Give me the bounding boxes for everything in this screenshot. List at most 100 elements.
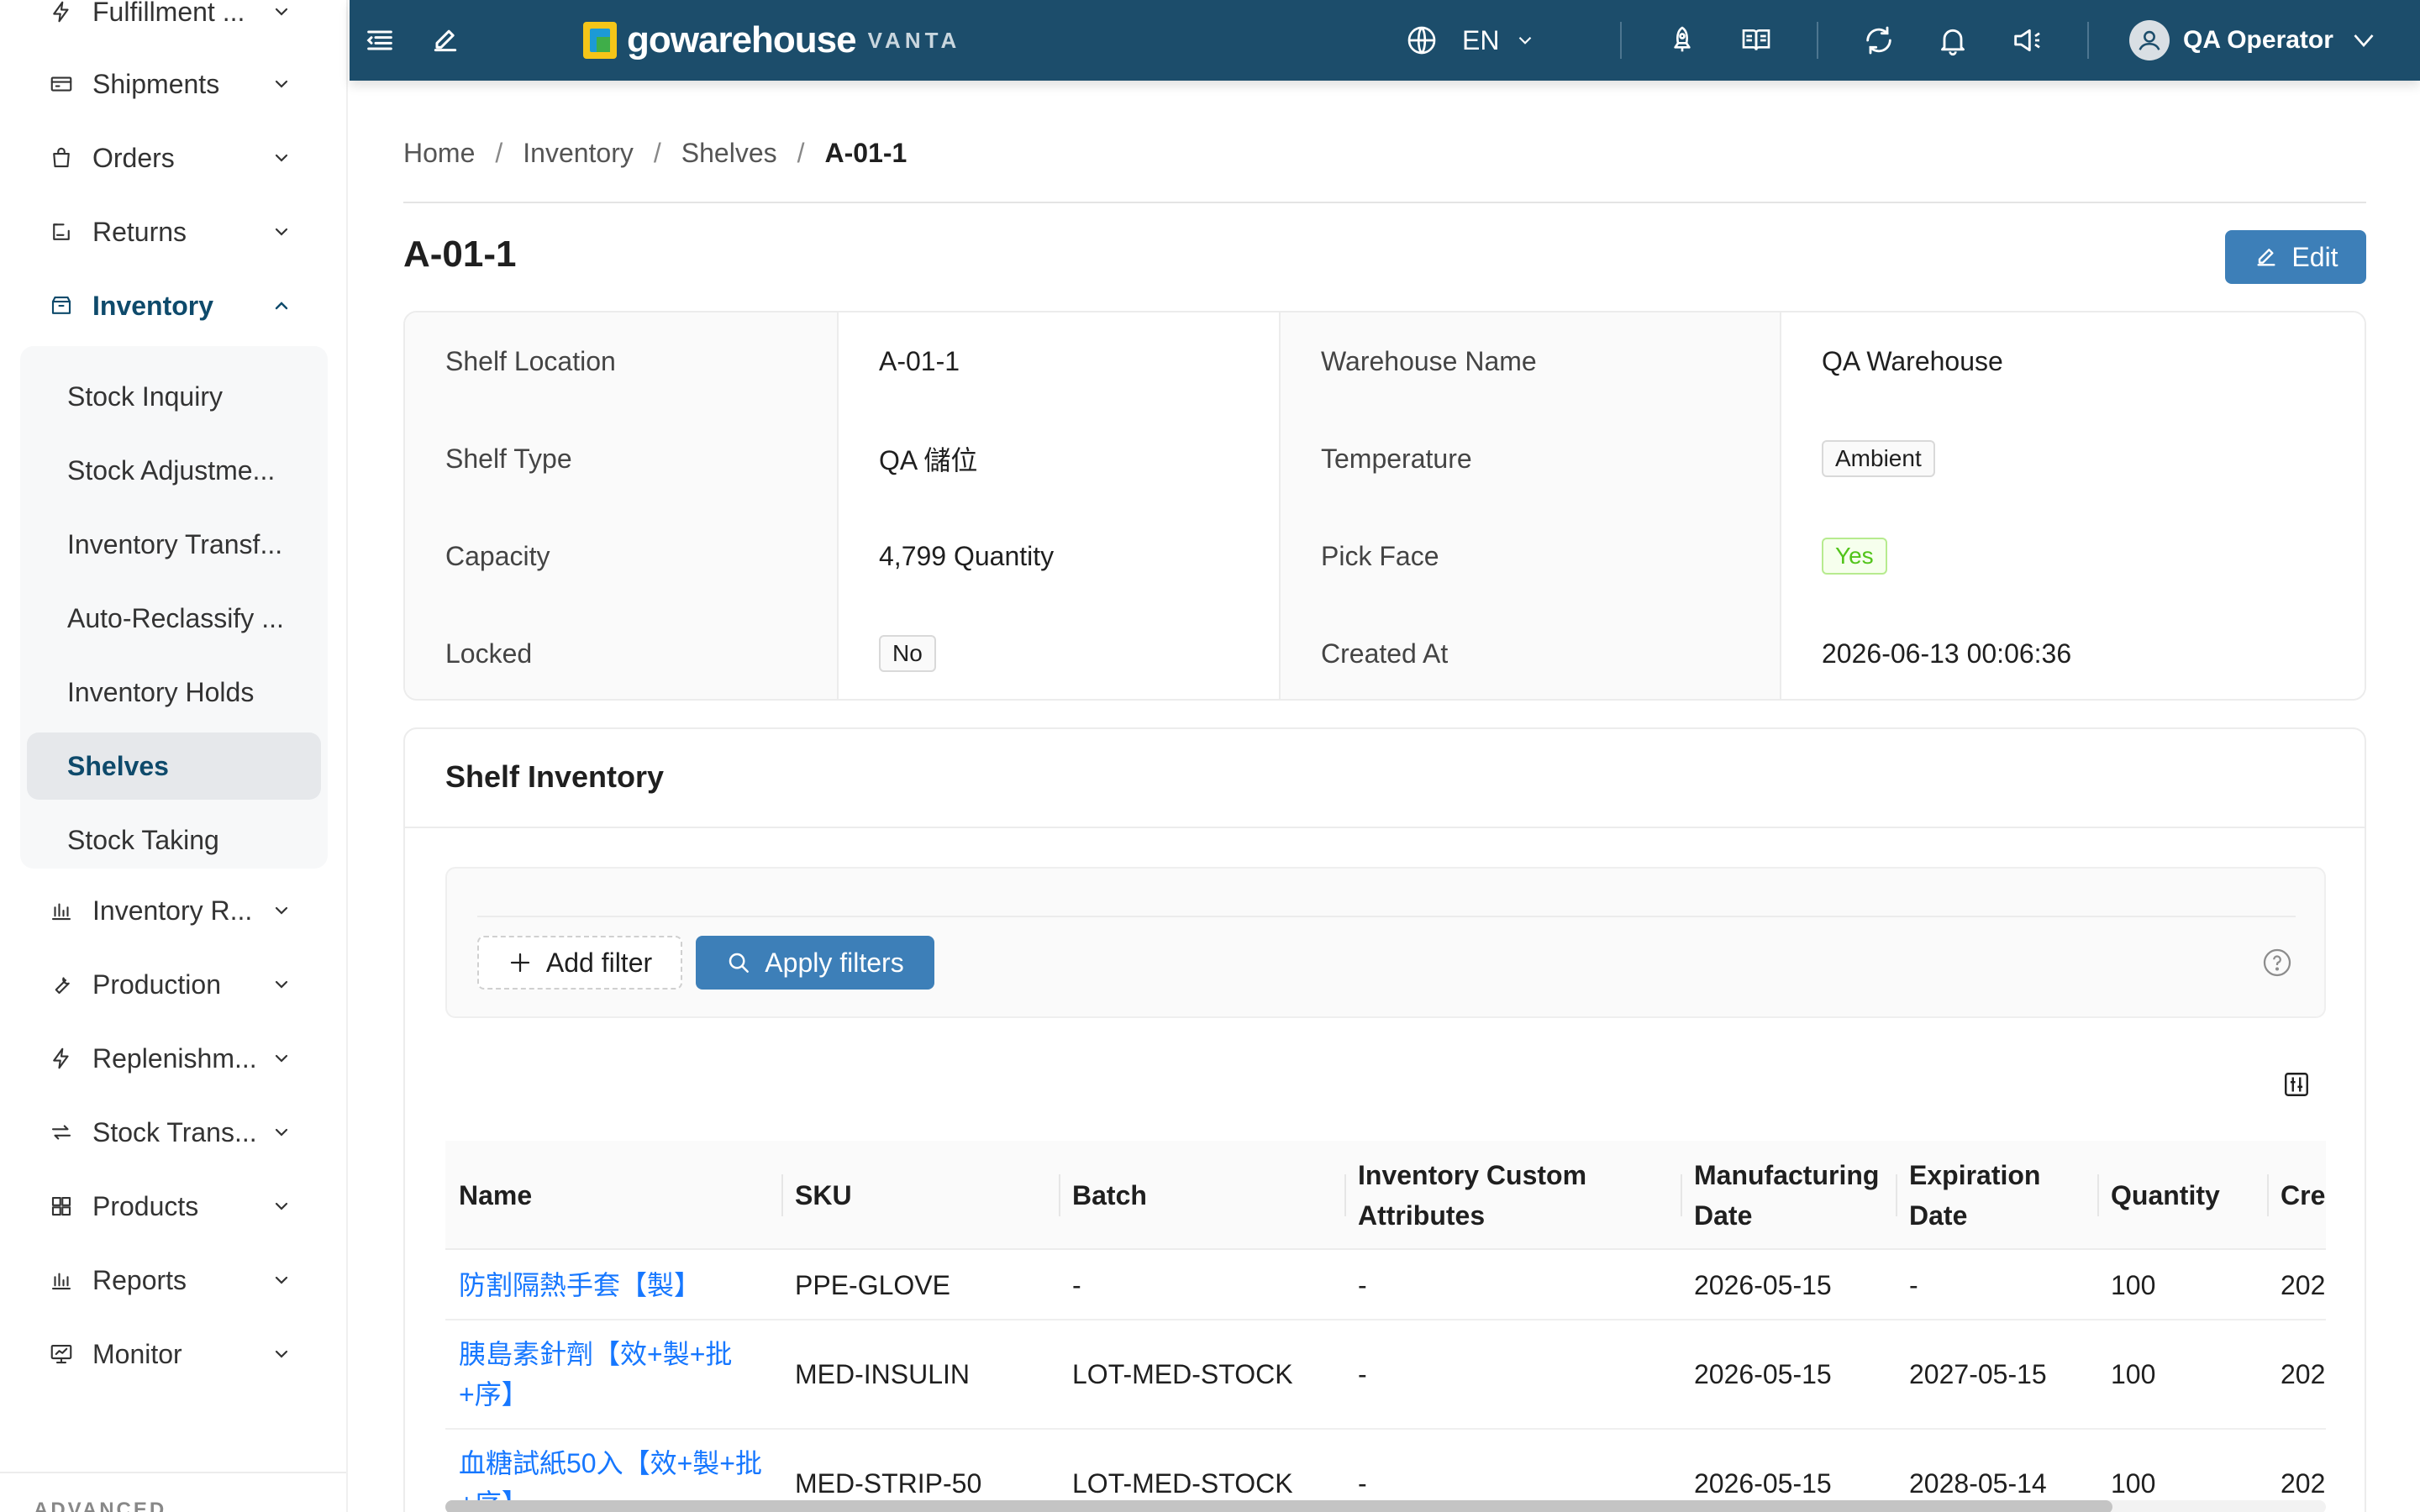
add-filter-button[interactable]: Add filter — [477, 936, 682, 990]
breadcrumb-inventory[interactable]: Inventory — [523, 138, 634, 169]
breadcrumb: Home / Inventory / Shelves / A-01-1 — [403, 138, 907, 169]
column-header[interactable]: Inventory Custom Attributes — [1344, 1141, 1681, 1250]
breadcrumb-home[interactable]: Home — [403, 138, 475, 169]
detail-value: QA 儲位 — [879, 445, 978, 475]
logo-text: gowarehouse — [627, 19, 857, 60]
inventory-table: Name SKU Batch Inventory Custom Attributes M… — [445, 1141, 2326, 1512]
wrench-icon — [47, 970, 76, 999]
rocket-icon[interactable] — [1662, 20, 1702, 60]
shelf-inventory-card: Shelf Inventory Add filter Apply filters… — [403, 727, 2366, 1512]
sidebar-item-inventory-r[interactable]: Inventory R... — [0, 874, 346, 948]
column-divider — [1059, 1174, 1060, 1216]
sidebar-item-label: Shipments — [92, 68, 220, 99]
column-header[interactable]: Name — [445, 1141, 781, 1250]
apply-filters-button[interactable]: Apply filters — [696, 936, 934, 990]
bolt-icon — [47, 0, 76, 26]
logo-subtitle: VANTA — [867, 27, 961, 53]
column-header[interactable]: SKU — [781, 1141, 1059, 1250]
user-menu[interactable]: QA Operator — [2129, 17, 2379, 64]
table-cell: 2026-05-15 — [1694, 1359, 1832, 1389]
chevron-up-icon — [269, 293, 294, 318]
help-icon[interactable] — [2262, 948, 2292, 978]
sidebar-item-fulfillment[interactable]: Fulfillment ... — [0, 0, 346, 49]
bolt-icon — [47, 1044, 76, 1073]
detail-label: Locked — [405, 605, 837, 699]
grid-icon — [47, 1192, 76, 1221]
chevron-down-icon — [269, 0, 294, 24]
submenu-item-stock-taking[interactable]: Stock Taking — [27, 806, 321, 874]
chevron-down-icon — [269, 1046, 294, 1071]
sidebar-item-products[interactable]: Products — [0, 1169, 346, 1243]
detail-value-cell: Ambient — [1781, 410, 2365, 507]
product-name-link[interactable]: 防割隔熱手套【製】 — [445, 1252, 781, 1319]
detail-value-cell: 4,799 Quantity — [839, 507, 1279, 605]
language-selector[interactable]: EN — [1462, 20, 1536, 60]
table-row[interactable]: 胰島素針劑【效+製+批+序】 MED-INSULIN LOT-MED-STOCK - 2… — [445, 1320, 2326, 1430]
chevron-down-icon — [269, 972, 294, 997]
book-icon[interactable] — [1736, 20, 1776, 60]
detail-row: Capacity 4,799 Quantity Pick Face Yes — [405, 507, 2365, 605]
chevron-down-icon — [269, 1194, 294, 1219]
column-divider — [1681, 1174, 1682, 1216]
sidebar-item-label: Reports — [92, 1264, 187, 1295]
submenu-item-stock-inquiry[interactable]: Stock Inquiry — [27, 363, 321, 430]
advanced-section-label[interactable]: ADVANCED — [34, 1499, 166, 1512]
breadcrumb-current: A-01-1 — [824, 138, 908, 168]
sidebar-item-monitor[interactable]: Monitor — [0, 1317, 346, 1391]
sidebar-item-label: Stock Trans... — [92, 1116, 257, 1147]
submenu-item-auto-reclassify[interactable]: Auto-Reclassify ... — [27, 585, 321, 652]
submenu-item-inventory-transf[interactable]: Inventory Transf... — [27, 511, 321, 578]
column-divider — [1896, 1174, 1897, 1216]
bell-icon[interactable] — [1933, 20, 1973, 60]
chevron-down-icon — [269, 1120, 294, 1145]
sidebar-item-label: Replenishm... — [92, 1042, 257, 1074]
sidebar: Fulfillment ... Shipments Orders Returns Inv… — [0, 0, 348, 1512]
table-cell: PPE-GLOVE — [795, 1270, 950, 1300]
breadcrumb-shelves[interactable]: Shelves — [681, 138, 777, 169]
edit-button[interactable]: Edit — [2225, 230, 2366, 284]
bag-icon — [47, 144, 76, 172]
menu-toggle-icon[interactable] — [360, 20, 400, 60]
plus-icon — [510, 953, 529, 973]
submenu-item-stock-adjustme[interactable]: Stock Adjustme... — [27, 437, 321, 504]
submenu-item-shelves[interactable]: Shelves — [27, 732, 321, 800]
sidebar-item-inventory[interactable]: Inventory — [0, 269, 346, 343]
bar-chart-icon — [47, 896, 76, 925]
column-header[interactable]: Batch — [1059, 1141, 1344, 1250]
sidebar-item-returns[interactable]: Returns — [0, 195, 346, 269]
detail-row: Locked No Created At 2026-06-13 00:06:36 — [405, 605, 2365, 699]
table-row[interactable]: 防割隔熱手套【製】 PPE-GLOVE - - 2026-05-15 - 100 202 — [445, 1252, 2326, 1320]
scrollbar-thumb[interactable] — [445, 1500, 2112, 1512]
column-divider — [1344, 1174, 1346, 1216]
detail-value: A-01-1 — [879, 345, 960, 376]
avatar — [2129, 20, 2170, 60]
sidebar-item-reports[interactable]: Reports — [0, 1243, 346, 1317]
sidebar-item-production[interactable]: Production — [0, 948, 346, 1021]
detail-value-cell: 2026-06-13 00:06:36 — [1781, 605, 2365, 699]
shelf-details: Shelf Location A-01-1 Warehouse Name QA War… — [403, 311, 2366, 701]
horizontal-scrollbar[interactable] — [445, 1500, 2326, 1512]
sidebar-item-replenishm[interactable]: Replenishm... — [0, 1021, 346, 1095]
chevron-down-icon — [269, 219, 294, 244]
globe-icon[interactable] — [1402, 20, 1442, 60]
sidebar-item-orders[interactable]: Orders — [0, 121, 346, 195]
product-name-link[interactable]: 胰島素針劑【效+製+批+序】 — [445, 1320, 781, 1428]
detail-label: Pick Face — [1281, 507, 1780, 605]
refresh-icon[interactable] — [1859, 20, 1899, 60]
announcement-icon[interactable] — [2007, 20, 2047, 60]
sidebar-item-stock-trans[interactable]: Stock Trans... — [0, 1095, 346, 1169]
table-cell: - — [1358, 1359, 1367, 1389]
column-header[interactable]: Manufacturing Date — [1681, 1141, 1896, 1250]
chevron-down-icon — [1519, 36, 1532, 45]
table-cell: - — [1072, 1270, 1081, 1300]
edit-pencil-icon[interactable] — [425, 20, 466, 60]
user-name: QA Operator — [2183, 26, 2333, 54]
column-settings-icon[interactable] — [2282, 1070, 2311, 1099]
column-header[interactable]: Cre — [2267, 1141, 2326, 1250]
column-header[interactable]: Quantity — [2097, 1141, 2267, 1250]
submenu-item-inventory-holds[interactable]: Inventory Holds — [27, 659, 321, 726]
table-cell: 2026-05-15 — [1694, 1270, 1832, 1300]
monitor-icon — [47, 1340, 76, 1368]
column-header[interactable]: Expiration Date — [1896, 1141, 2097, 1250]
sidebar-item-shipments[interactable]: Shipments — [0, 47, 346, 121]
